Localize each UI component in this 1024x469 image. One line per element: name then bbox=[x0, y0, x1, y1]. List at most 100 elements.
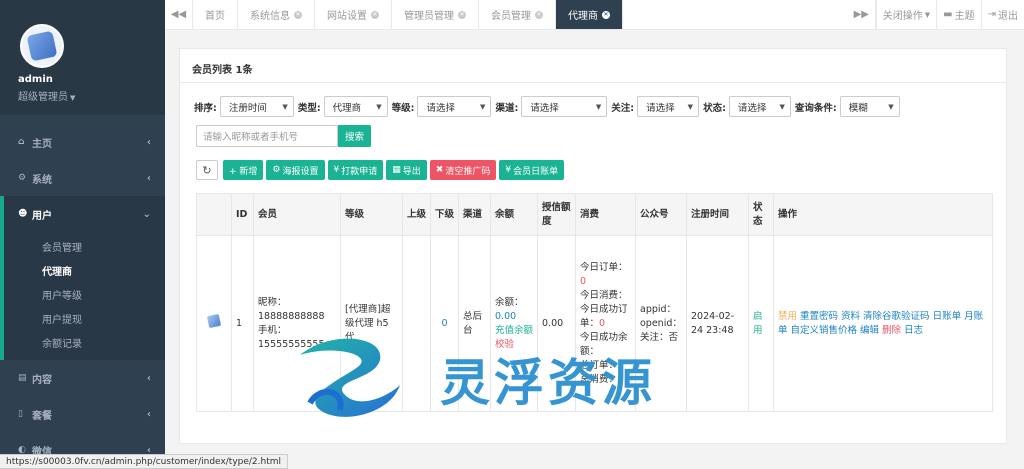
lower-count-link[interactable]: 0 bbox=[441, 318, 447, 329]
reset-password-link[interactable]: 重置密码 bbox=[800, 311, 838, 322]
filter-row: 排序: 注册时间 ▼ 类型: 代理商 ▼ 等级: 请选择 ▼ 渠道: 请选择 ▼ 关注:… bbox=[194, 96, 904, 117]
custom-price-link[interactable]: 自定义销售价格 bbox=[791, 325, 858, 336]
member-daily-bill-button[interactable]: ¥ 会员日账单 bbox=[499, 160, 565, 180]
delete-link[interactable]: 删除 bbox=[882, 325, 901, 336]
cell-channel: 总后台 bbox=[458, 235, 491, 412]
theme-icon: ▬ bbox=[943, 9, 953, 20]
file-icon: ▯ bbox=[18, 409, 23, 419]
sidebar-item-home[interactable]: ⌂ 主页 ‹ bbox=[0, 124, 165, 160]
close-icon[interactable]: ✕ bbox=[294, 10, 302, 19]
verify-link[interactable]: 校验 bbox=[495, 338, 533, 352]
select-value: 请选择 bbox=[737, 102, 767, 114]
submenu-item-user-levels[interactable]: 用户等级 bbox=[4, 282, 165, 306]
filter-label-level: 等级: bbox=[391, 102, 415, 114]
daily-bill-link[interactable]: 日账单 bbox=[933, 311, 962, 322]
book-icon: ▤ bbox=[18, 373, 27, 383]
gear-icon: ⚙ bbox=[272, 165, 281, 175]
caret-down-icon: ▼ bbox=[924, 10, 931, 19]
sort-select[interactable]: 注册时间 ▼ bbox=[219, 96, 294, 117]
chevron-down-icon: ▼ bbox=[687, 102, 694, 111]
tab-scroll-right-button[interactable]: ▶▶ bbox=[848, 0, 876, 29]
button-label: 海报设置 bbox=[282, 166, 319, 177]
theme-label: 主题 bbox=[954, 11, 975, 22]
button-label: 清空推广码 bbox=[445, 166, 491, 177]
edit-link[interactable]: 编辑 bbox=[860, 325, 879, 336]
cell-member: 昵称：18888888888 手机：15555555555 bbox=[253, 235, 341, 412]
filter-label-query-mode: 查询条件: bbox=[794, 102, 837, 114]
button-label: 会员日账单 bbox=[513, 166, 559, 177]
table-row: 1 昵称：18888888888 手机：15555555555 [代理商]超级代… bbox=[196, 235, 993, 412]
theme-button[interactable]: ▬ 主题 bbox=[936, 0, 980, 29]
tab-bar: ◀◀ 首页 系统信息 ✕ 网站设置 ✕ 管理员管理 ✕ 会员管理 ✕ 代理商 ✕ ▶▶ 关… bbox=[165, 0, 1024, 30]
close-icon[interactable]: ✕ bbox=[458, 10, 466, 19]
submenu-item-agents[interactable]: 代理商 bbox=[4, 258, 165, 282]
sidebar-item-packages[interactable]: ▯ 套餐 ‹ bbox=[0, 396, 165, 432]
tab-site-settings[interactable]: 网站设置 ✕ bbox=[315, 0, 392, 29]
profile-link[interactable]: 资料 bbox=[841, 311, 860, 322]
close-icon[interactable]: ✕ bbox=[371, 10, 379, 19]
add-button[interactable]: + 新增 bbox=[223, 160, 264, 180]
query-mode-select[interactable]: 模糊 ▼ bbox=[839, 96, 900, 117]
sidebar-item-label: 系统 bbox=[32, 174, 52, 186]
sidebar-item-content[interactable]: ▤ 内容 ‹ bbox=[0, 360, 165, 396]
table-header: 授信额度 bbox=[537, 193, 576, 236]
chevron-left-icon: ‹ bbox=[146, 372, 151, 384]
panel-title: 会员列表 1条 bbox=[180, 49, 1006, 83]
avatar[interactable] bbox=[20, 24, 64, 68]
payout-request-button[interactable]: ¥ 打款申请 bbox=[327, 160, 384, 180]
status-select[interactable]: 请选择 ▼ bbox=[728, 96, 791, 117]
search-button[interactable]: 搜索 bbox=[338, 125, 372, 147]
caret-down-icon: ▼ bbox=[70, 94, 76, 102]
sidebar-item-label: 用户 bbox=[32, 210, 52, 222]
tab-home[interactable]: 首页 bbox=[193, 0, 238, 29]
row-avatar-cell bbox=[196, 235, 232, 412]
recharge-link[interactable]: 充值余额 bbox=[495, 324, 533, 338]
submenu-item-members[interactable]: 会员管理 bbox=[4, 234, 165, 258]
sidebar-item-system[interactable]: ⚙ 系统 ‹ bbox=[0, 160, 165, 196]
chevron-left-icon: ‹ bbox=[146, 408, 151, 420]
clear-promo-codes-button[interactable]: ✖ 清空推广码 bbox=[429, 160, 497, 180]
export-button[interactable]: ▦ 导出 bbox=[386, 160, 427, 180]
tab-admin-management[interactable]: 管理员管理 ✕ bbox=[392, 0, 479, 29]
filter-label-status: 状态: bbox=[703, 102, 726, 114]
disable-link[interactable]: 禁用 bbox=[778, 311, 797, 322]
tab-system-info[interactable]: 系统信息 ✕ bbox=[238, 0, 315, 29]
yen-icon: ¥ bbox=[505, 165, 512, 175]
balance-label: 余额： bbox=[495, 296, 524, 308]
filter-label-follow: 关注: bbox=[611, 102, 635, 114]
table-header: 公众号 bbox=[635, 193, 687, 236]
sidebar-item-users[interactable]: ☻ 用户 ⌄ bbox=[0, 196, 165, 232]
consume-label: 今日订单： bbox=[580, 261, 628, 273]
select-value: 注册时间 bbox=[228, 102, 267, 114]
level-select[interactable]: 请选择 ▼ bbox=[417, 96, 492, 117]
search-input[interactable]: 请输入昵称或者手机号 bbox=[196, 125, 338, 147]
follow-select[interactable]: 请选择 ▼ bbox=[637, 96, 700, 117]
tab-agents[interactable]: 代理商 ✕ bbox=[556, 0, 623, 29]
chevron-down-icon: ⌄ bbox=[142, 208, 151, 220]
cell-balance: 余额： 0.00 充值余额 校验 bbox=[490, 235, 538, 412]
close-icon[interactable]: ✕ bbox=[602, 10, 610, 19]
consume-line: 今日成功余额： bbox=[580, 331, 628, 357]
log-link[interactable]: 日志 bbox=[904, 325, 923, 336]
sidebar-item-label: 内容 bbox=[32, 374, 52, 386]
submenu-item-withdrawals[interactable]: 用户提现 bbox=[4, 306, 165, 330]
tab-member-management[interactable]: 会员管理 ✕ bbox=[479, 0, 556, 29]
table-header: 消费 bbox=[575, 193, 636, 236]
cell-mp: appid： openid： 关注：否 bbox=[635, 235, 687, 412]
home-icon: ⌂ bbox=[18, 137, 25, 147]
admin-role-dropdown[interactable]: 超级管理员 ▼ bbox=[18, 88, 75, 103]
refresh-button[interactable]: ↻ bbox=[196, 160, 218, 180]
type-select[interactable]: 代理商 ▼ bbox=[323, 96, 388, 117]
tab-label: 网站设置 bbox=[327, 11, 367, 22]
close-icon[interactable]: ✕ bbox=[535, 10, 543, 19]
clear-google-auth-link[interactable]: 清除谷歌验证码 bbox=[863, 311, 930, 322]
close-operations-dropdown[interactable]: 关闭操作 ▼ bbox=[875, 0, 936, 29]
table-icon: ▦ bbox=[392, 165, 401, 175]
tab-scroll-left-button[interactable]: ◀◀ bbox=[165, 0, 193, 29]
logout-button[interactable]: ⇥ 退出 bbox=[980, 0, 1024, 29]
table-header: ID bbox=[231, 193, 254, 236]
submenu-item-balance-log[interactable]: 余额记录 bbox=[4, 330, 165, 354]
poster-settings-button[interactable]: ⚙ 海报设置 bbox=[266, 160, 325, 180]
channel-select[interactable]: 请选择 ▼ bbox=[521, 96, 608, 117]
button-label: 导出 bbox=[402, 166, 421, 177]
